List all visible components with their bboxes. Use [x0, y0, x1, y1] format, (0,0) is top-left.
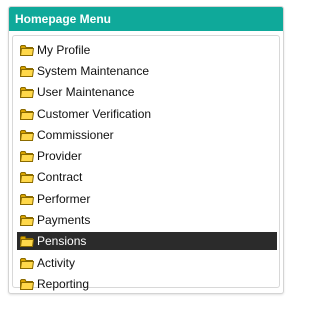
menu-item-label: User Maintenance: [37, 85, 135, 100]
menu-item-label: Activity: [37, 255, 76, 270]
menu-item-system-maintenance[interactable]: System Maintenance: [17, 60, 277, 81]
folder-icon: [20, 108, 34, 120]
menu-item-label: System Maintenance: [37, 63, 150, 78]
menu-item-label: Contract: [37, 170, 83, 185]
folder-icon: [20, 171, 34, 184]
panel-title: Homepage Menu: [9, 7, 283, 31]
menu-item-label: Reporting: [37, 276, 90, 291]
menu-item-provider[interactable]: Provider: [17, 145, 277, 166]
menu-item-label: Pensions: [37, 234, 87, 249]
folder-icon: [20, 257, 34, 269]
menu-item-label: Performer: [37, 191, 91, 206]
folder-icon: [20, 44, 34, 56]
folder-icon: [20, 65, 34, 77]
folder-icon: [20, 235, 34, 248]
menu-item-performer[interactable]: Performer: [17, 188, 277, 209]
menu-item-label: Provider: [37, 149, 82, 164]
menu-item-label: Customer Verification: [37, 106, 152, 121]
menu-item-payments[interactable]: Payments: [17, 209, 277, 230]
menu-item-activity[interactable]: Activity: [17, 252, 277, 273]
folder-icon: [20, 86, 34, 99]
folder-icon: [20, 150, 34, 163]
menu-list: My Profile System Maintenance User Maint…: [17, 39, 277, 293]
folder-icon: [20, 214, 34, 227]
folder-icon: [20, 193, 34, 205]
menu-item-my-profile[interactable]: My Profile: [17, 39, 277, 60]
homepage-menu-panel: Homepage Menu My Profile System Maintena…: [8, 6, 284, 294]
menu-item-label: Payments: [37, 213, 91, 228]
menu-container: My Profile System Maintenance User Maint…: [12, 35, 280, 290]
folder-icon: [20, 278, 34, 290]
menu-item-contract[interactable]: Contract: [17, 167, 277, 188]
menu-item-commissioner[interactable]: Commissioner: [17, 124, 277, 145]
menu-item-label: My Profile: [37, 42, 91, 57]
menu-item-pensions[interactable]: Pensions: [17, 232, 277, 251]
menu-item-label: Commissioner: [37, 127, 114, 142]
folder-icon: [20, 129, 34, 141]
menu-item-customer-verification[interactable]: Customer Verification: [17, 103, 277, 124]
menu-item-user-maintenance[interactable]: User Maintenance: [17, 82, 277, 103]
menu-item-reporting[interactable]: Reporting: [17, 273, 277, 293]
